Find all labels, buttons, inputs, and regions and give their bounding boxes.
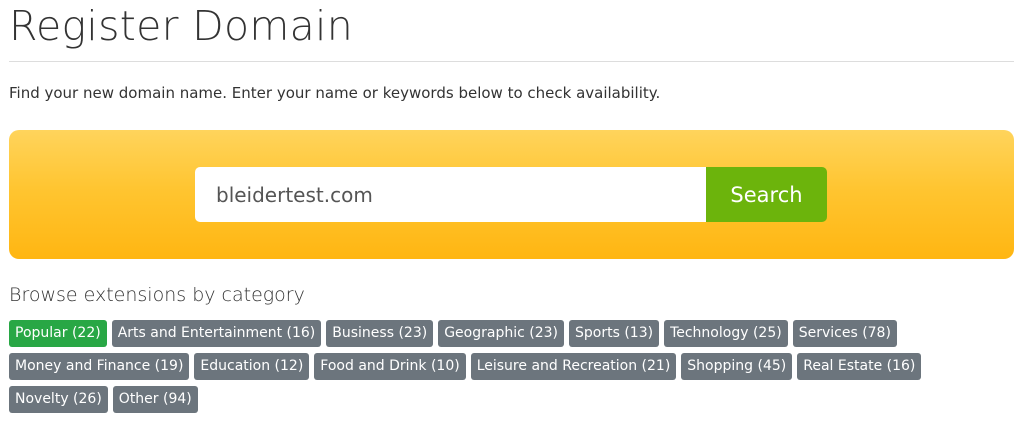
search-button[interactable]: Search [706, 167, 827, 222]
category-row: Money and Finance (19) Education (12) Fo… [9, 353, 1014, 380]
category-sports[interactable]: Sports (13) [569, 320, 660, 347]
category-services[interactable]: Services (78) [792, 320, 897, 347]
category-row: Popular (22) Arts and Entertainment (16)… [9, 320, 1014, 347]
category-business[interactable]: Business (23) [326, 320, 434, 347]
category-arts-and-entertainment[interactable]: Arts and Entertainment (16) [111, 320, 322, 347]
category-education[interactable]: Education (12) [194, 353, 310, 380]
category-technology[interactable]: Technology (25) [664, 320, 788, 347]
category-list: Popular (22) Arts and Entertainment (16)… [9, 320, 1014, 419]
domain-search-input[interactable] [195, 167, 707, 222]
page-title: Register Domain [9, 2, 354, 50]
title-divider [9, 61, 1014, 62]
category-money-and-finance[interactable]: Money and Finance (19) [9, 353, 190, 380]
browse-extensions-heading: Browse extensions by category [9, 284, 305, 306]
category-row: Novelty (26) Other (94) [9, 386, 1014, 413]
category-novelty[interactable]: Novelty (26) [9, 386, 108, 413]
category-popular[interactable]: Popular (22) [9, 320, 107, 347]
category-real-estate[interactable]: Real Estate (16) [797, 353, 922, 380]
domain-search-panel: Search [9, 130, 1014, 259]
category-leisure-and-recreation[interactable]: Leisure and Recreation (21) [470, 353, 677, 380]
intro-text: Find your new domain name. Enter your na… [9, 84, 661, 102]
category-food-and-drink[interactable]: Food and Drink (10) [314, 353, 466, 380]
category-other[interactable]: Other (94) [112, 386, 198, 413]
category-geographic[interactable]: Geographic (23) [438, 320, 564, 347]
category-shopping[interactable]: Shopping (45) [681, 353, 793, 380]
